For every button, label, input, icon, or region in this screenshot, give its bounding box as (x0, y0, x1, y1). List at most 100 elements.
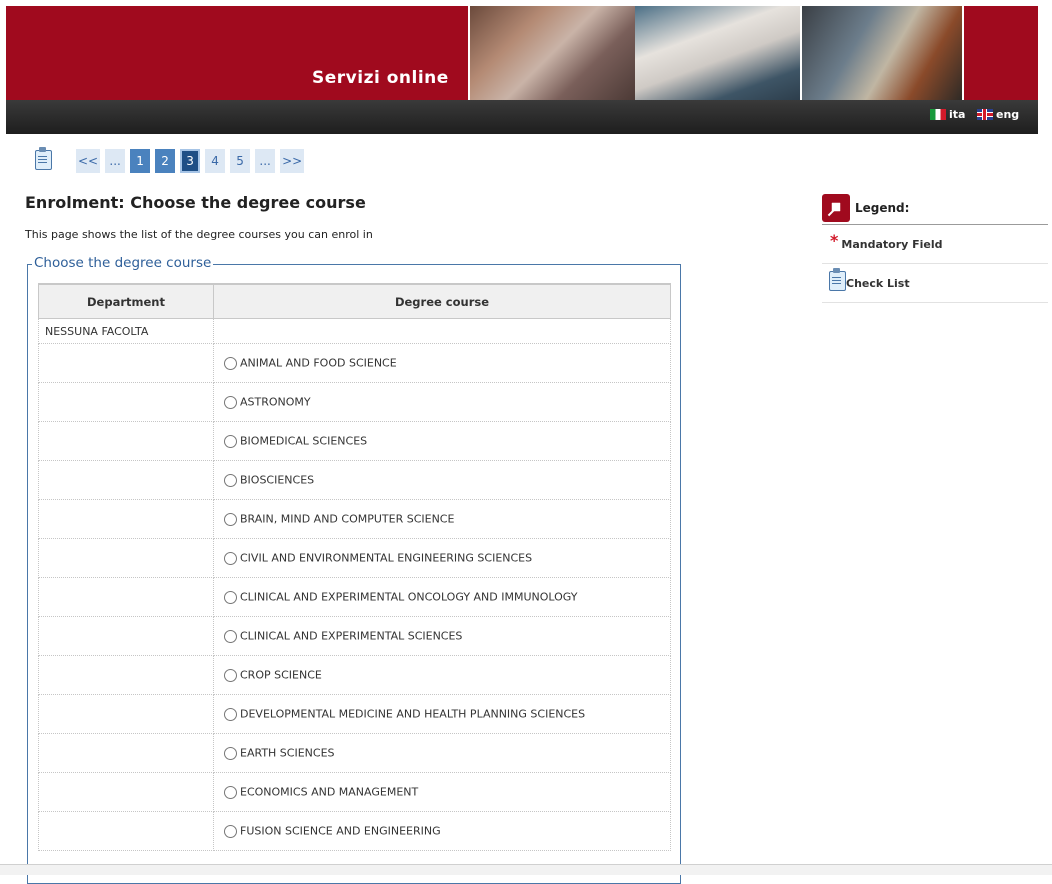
table-row: BIOSCIENCES (38, 460, 671, 500)
course-label[interactable]: BIOMEDICAL SCIENCES (240, 435, 367, 448)
fieldset-legend: Choose the degree course (32, 255, 214, 271)
course-label[interactable]: CIVIL AND ENVIRONMENTAL ENGINEERING SCIE… (240, 552, 532, 565)
department-name: NESSUNA FACOLTA (38, 318, 214, 344)
course-radio[interactable] (224, 512, 237, 526)
department-cell (38, 694, 214, 734)
department-cell (38, 733, 214, 773)
course-label[interactable]: CLINICAL AND EXPERIMENTAL ONCOLOGY AND I… (240, 591, 578, 604)
course-radio[interactable] (224, 668, 237, 682)
checklist-icon[interactable] (34, 147, 52, 170)
department-cell (38, 577, 214, 617)
page-intro: This page shows the list of the degree c… (25, 228, 373, 241)
empty-cell (213, 318, 671, 344)
course-radio[interactable] (224, 551, 237, 565)
degree-course-cell: CLINICAL AND EXPERIMENTAL ONCOLOGY AND I… (213, 577, 671, 617)
course-label[interactable]: CROP SCIENCE (240, 669, 322, 682)
pager-page-4[interactable]: 4 (205, 149, 226, 173)
course-label[interactable]: BRAIN, MIND AND COMPUTER SCIENCE (240, 513, 454, 526)
department-cell (38, 460, 214, 500)
department-cell (38, 616, 214, 656)
pager-first[interactable]: << (76, 149, 101, 173)
degree-course-cell: ECONOMICS AND MANAGEMENT (213, 772, 671, 812)
course-radio[interactable] (224, 707, 237, 721)
course-radio[interactable] (224, 473, 237, 487)
course-label[interactable]: DEVELOPMENTAL MEDICINE AND HEALTH PLANNI… (240, 708, 585, 721)
degree-course-cell: ANIMAL AND FOOD SCIENCE (213, 343, 671, 383)
course-label[interactable]: EARTH SCIENCES (240, 747, 335, 760)
legend-title: Legend: (855, 201, 910, 215)
pager-page-2[interactable]: 2 (155, 149, 176, 173)
course-label[interactable]: ASTRONOMY (240, 396, 311, 409)
page-title: Enrolment: Choose the degree course (25, 193, 366, 212)
course-label[interactable]: BIOSCIENCES (240, 474, 314, 487)
legend-panel: Legend: * Mandatory Field Check List (822, 192, 1048, 303)
banner-photo-students (468, 6, 637, 100)
degree-course-cell: DEVELOPMENTAL MEDICINE AND HEALTH PLANNI… (213, 694, 671, 734)
department-cell (38, 382, 214, 422)
course-radio[interactable] (224, 824, 237, 838)
pin-icon (822, 194, 850, 222)
table-row: BRAIN, MIND AND COMPUTER SCIENCE (38, 499, 671, 539)
degree-course-cell: BIOMEDICAL SCIENCES (213, 421, 671, 461)
checklist-icon (828, 268, 846, 291)
language-ita-link[interactable]: ita (930, 108, 965, 121)
pager-page-3-current[interactable]: 3 (180, 149, 201, 173)
column-header-department: Department (38, 283, 214, 319)
degree-course-cell: EARTH SCIENCES (213, 733, 671, 773)
legend-item-label: Check List (846, 276, 910, 290)
course-radio[interactable] (224, 746, 237, 760)
department-cell (38, 811, 214, 851)
step-pager: << ... 1 2 3 4 5 ... >> (76, 149, 305, 173)
degree-course-cell: BIOSCIENCES (213, 460, 671, 500)
degree-course-cell: ASTRONOMY (213, 382, 671, 422)
table-row: EARTH SCIENCES (38, 733, 671, 773)
legend-header: Legend: (822, 192, 1048, 225)
pager-ellipsis-right[interactable]: ... (255, 149, 276, 173)
pager-last[interactable]: >> (280, 149, 305, 173)
course-label[interactable]: CLINICAL AND EXPERIMENTAL SCIENCES (240, 630, 462, 643)
column-header-degree-course: Degree course (213, 283, 671, 319)
department-cell (38, 343, 214, 383)
asterisk-icon: * (830, 230, 839, 250)
department-cell (38, 772, 214, 812)
course-radio[interactable] (224, 785, 237, 799)
table-row: ECONOMICS AND MANAGEMENT (38, 772, 671, 812)
course-label[interactable]: ANIMAL AND FOOD SCIENCE (240, 357, 397, 370)
course-radio[interactable] (224, 356, 237, 370)
language-eng-link[interactable]: eng (977, 108, 1019, 121)
site-title: Servizi online (312, 68, 449, 88)
table-row: ASTRONOMY (38, 382, 671, 422)
course-radio[interactable] (224, 395, 237, 409)
course-label[interactable]: ECONOMICS AND MANAGEMENT (240, 786, 418, 799)
department-cell (38, 655, 214, 695)
top-navbar (6, 100, 1038, 134)
uk-flag-icon (977, 109, 993, 120)
course-radio[interactable] (224, 629, 237, 643)
header-banner: Servizi online (6, 6, 1038, 100)
degree-course-table: Department Degree course NESSUNA FACOLTA… (38, 283, 671, 851)
banner-photo-documents (635, 6, 802, 100)
table-row: FUSION SCIENCE AND ENGINEERING (38, 811, 671, 851)
language-eng-label: eng (996, 108, 1020, 121)
course-radio[interactable] (224, 590, 237, 604)
legend-item-label: Mandatory Field (841, 237, 943, 251)
legend-item-checklist: Check List (822, 264, 1048, 303)
table-row: CLINICAL AND EXPERIMENTAL ONCOLOGY AND I… (38, 577, 671, 617)
language-ita-label: ita (949, 108, 966, 121)
table-row: CIVIL AND ENVIRONMENTAL ENGINEERING SCIE… (38, 538, 671, 578)
department-cell (38, 538, 214, 578)
pager-page-5[interactable]: 5 (230, 149, 251, 173)
course-label[interactable]: FUSION SCIENCE AND ENGINEERING (240, 825, 441, 838)
table-row: ANIMAL AND FOOD SCIENCE (38, 343, 671, 383)
pager-ellipsis-left[interactable]: ... (105, 149, 126, 173)
pager-page-1[interactable]: 1 (130, 149, 151, 173)
degree-course-cell: CIVIL AND ENVIRONMENTAL ENGINEERING SCIE… (213, 538, 671, 578)
course-radio[interactable] (224, 434, 237, 448)
italian-flag-icon (930, 109, 946, 120)
banner-photo-lab (802, 6, 964, 100)
table-row: CLINICAL AND EXPERIMENTAL SCIENCES (38, 616, 671, 656)
degree-course-cell: CLINICAL AND EXPERIMENTAL SCIENCES (213, 616, 671, 656)
browser-status-bar (0, 864, 1052, 875)
degree-course-cell: FUSION SCIENCE AND ENGINEERING (213, 811, 671, 851)
table-row: BIOMEDICAL SCIENCES (38, 421, 671, 461)
